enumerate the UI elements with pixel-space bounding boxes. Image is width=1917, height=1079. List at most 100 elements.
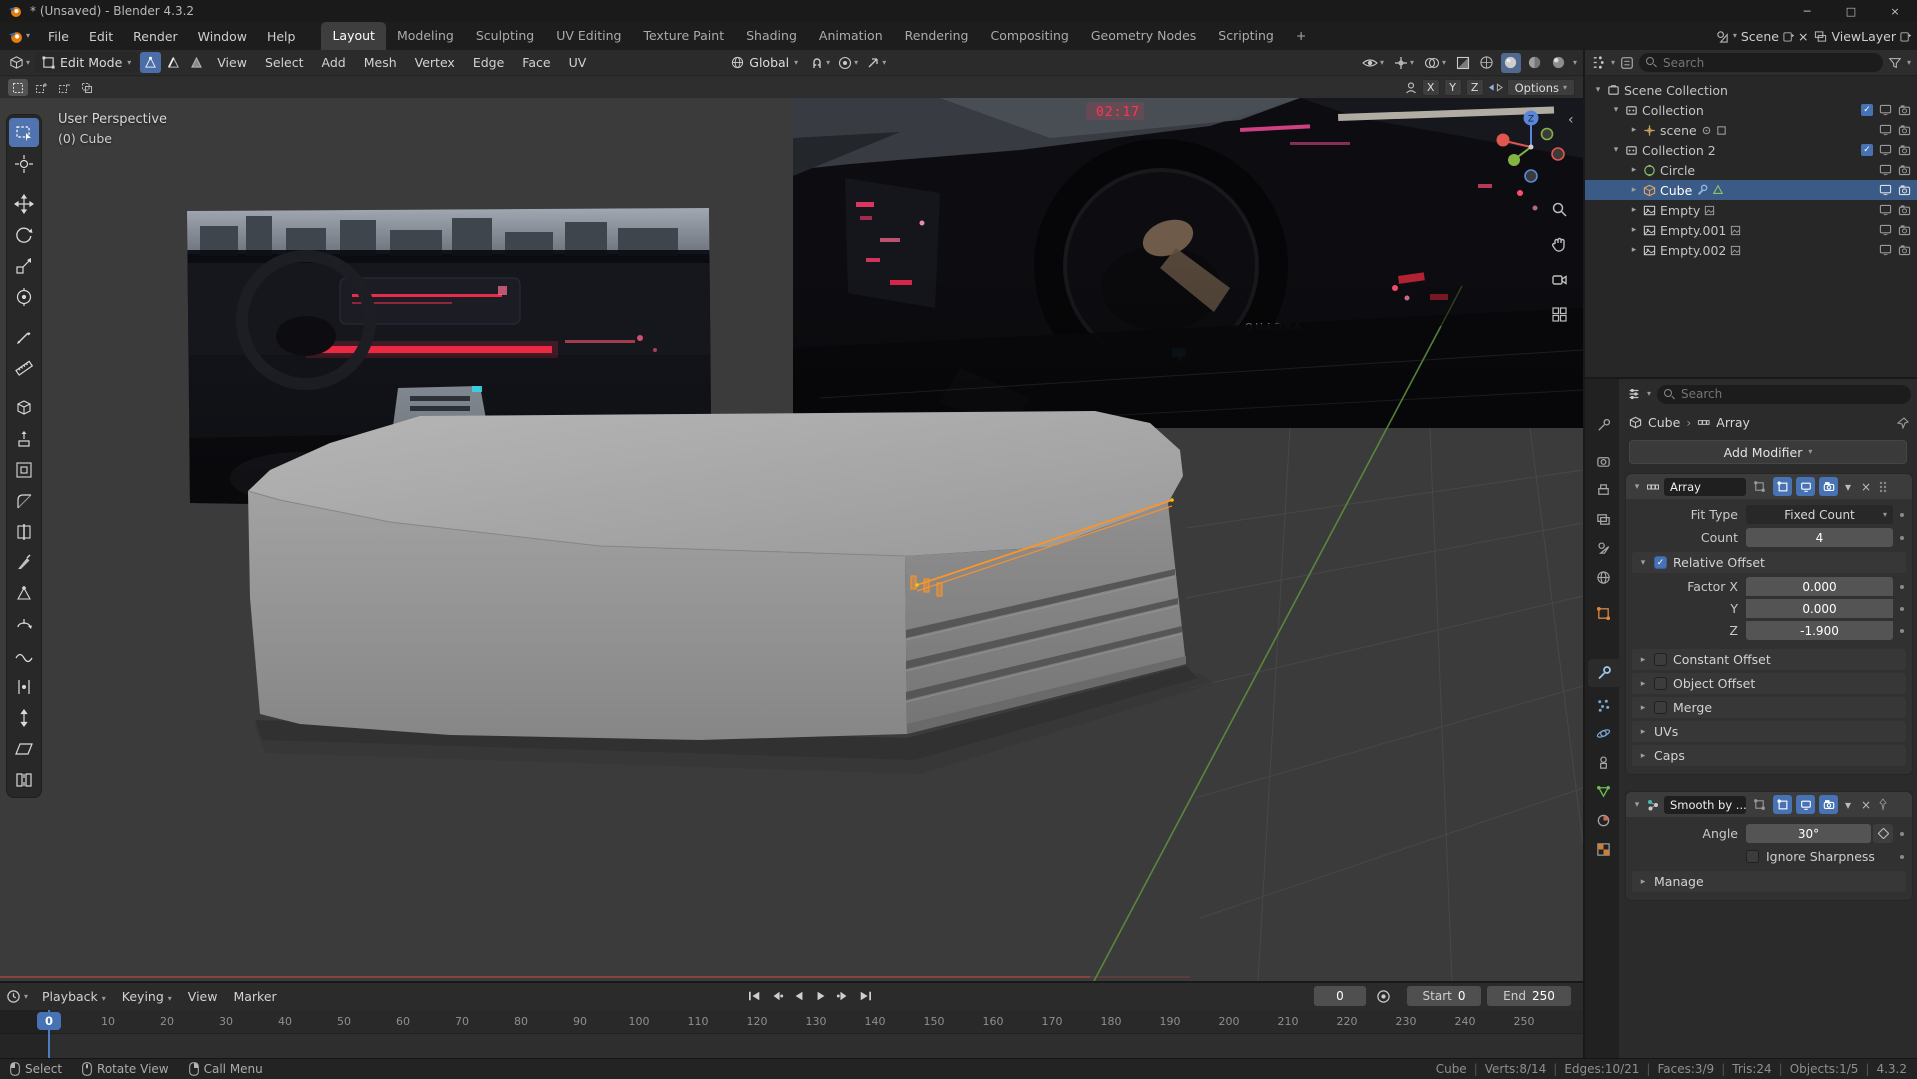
hide-viewport-icon[interactable] (1879, 184, 1892, 196)
merge-header[interactable]: ▸ Merge (1632, 697, 1906, 718)
navigation-gizmo[interactable]: Z (1492, 106, 1570, 190)
transform-orientation-dropdown[interactable]: Global ▾ (724, 52, 805, 73)
editor-type-chevron[interactable]: ▾ (1611, 58, 1615, 67)
collection-exclude-checkbox[interactable]: ✓ (1861, 144, 1873, 156)
zoom-icon[interactable] (1548, 198, 1570, 220)
xray-toggle[interactable] (1453, 52, 1473, 73)
count-field[interactable]: 4 (1746, 528, 1893, 547)
tool-edge-slide[interactable] (9, 672, 39, 701)
camera-view-icon[interactable] (1548, 268, 1570, 290)
editor-type-chevron[interactable]: ▾ (1647, 390, 1651, 398)
tab-rendering[interactable]: Rendering (894, 22, 980, 50)
gizmo-y-axis[interactable] (1508, 154, 1520, 166)
hide-viewport-icon[interactable] (1879, 144, 1892, 156)
show-render-toggle[interactable] (1819, 795, 1838, 814)
minimize-button[interactable]: ─ (1785, 0, 1829, 22)
menu-vertex[interactable]: Vertex (407, 55, 463, 70)
object-visibility-dropdown[interactable]: ▾ (1359, 52, 1387, 73)
animate-decorator[interactable] (1900, 628, 1904, 633)
toggle-ortho-icon[interactable] (1548, 303, 1570, 325)
auto-keying-button[interactable] (1374, 987, 1393, 1005)
jump-to-end-button[interactable] (855, 987, 874, 1005)
maximize-button[interactable]: □ (1829, 0, 1873, 22)
hide-render-icon[interactable] (1898, 144, 1911, 156)
tool-shrink-fatten[interactable] (9, 703, 39, 732)
uvs-header[interactable]: ▸ UVs (1632, 721, 1906, 742)
tab-texture-paint[interactable]: Texture Paint (632, 22, 735, 50)
tab-material[interactable] (1588, 806, 1619, 834)
show-viewport-toggle[interactable] (1796, 795, 1815, 814)
shading-solid-button[interactable] (1500, 52, 1521, 73)
constant-offset-header[interactable]: ▸ Constant Offset (1632, 649, 1906, 670)
animate-decorator[interactable] (1900, 606, 1904, 611)
drag-handle-icon[interactable] (1878, 480, 1888, 494)
shading-material-button[interactable] (1525, 53, 1545, 73)
angle-field[interactable]: 30° (1746, 824, 1871, 843)
playhead-handle[interactable]: 0 (37, 1012, 61, 1030)
menu-edge[interactable]: Edge (465, 55, 512, 70)
close-button[interactable]: × (1873, 0, 1917, 22)
animate-decorator[interactable] (1900, 535, 1904, 540)
gizmo-z-neg-axis[interactable] (1524, 169, 1538, 183)
mirror-z-toggle[interactable]: Z (1465, 79, 1484, 96)
animate-decorator[interactable] (1900, 512, 1904, 517)
tool-inset-faces[interactable] (9, 455, 39, 484)
tab-uv-editing[interactable]: UV Editing (545, 22, 632, 50)
modifier-name-field[interactable]: Array (1664, 477, 1746, 496)
timeline-editor-icon[interactable] (6, 989, 21, 1004)
viewport-canvas[interactable]: 02:17 QUADRA (0, 98, 1583, 981)
outliner-row-cube[interactable]: ▸ Cube (1585, 180, 1917, 200)
outliner-search[interactable] (1639, 53, 1883, 72)
input-attribute-toggle[interactable] (1873, 824, 1893, 843)
menu-window[interactable]: Window (188, 22, 257, 50)
previous-keyframe-button[interactable] (767, 987, 786, 1005)
filter-chevron[interactable]: ▾ (1907, 58, 1911, 67)
display-mode-icon[interactable] (1620, 56, 1634, 70)
outliner-row-scene-collection[interactable]: ▾ Scene Collection (1585, 80, 1917, 100)
tool-scale[interactable] (9, 251, 39, 280)
select-subtract-mode-button[interactable] (54, 79, 74, 96)
factor-y-field[interactable]: 0.000 (1746, 599, 1893, 618)
outliner-search-input[interactable] (1639, 53, 1883, 72)
gizmo-y-neg-axis[interactable] (1540, 127, 1554, 141)
cube-mesh[interactable] (247, 411, 1215, 774)
tab-world[interactable] (1588, 563, 1619, 591)
editor-type-button[interactable]: ▾ (6, 52, 33, 73)
hide-render-icon[interactable] (1898, 244, 1911, 256)
symmetry-icon[interactable] (1488, 81, 1503, 94)
smooth-modifier-header[interactable]: ▾ Smooth by ... ▾ × (1626, 792, 1912, 817)
outliner-row-empty-001[interactable]: ▸ Empty.001 (1585, 220, 1917, 240)
current-frame-field[interactable]: 0 (1314, 986, 1366, 1006)
relative-offset-checkbox[interactable]: ✓ (1654, 556, 1667, 569)
jump-to-start-button[interactable] (745, 987, 764, 1005)
animate-decorator[interactable] (1900, 831, 1904, 836)
modifier-close-button[interactable]: × (1858, 798, 1874, 812)
manage-header[interactable]: ▸ Manage (1632, 871, 1906, 892)
tab-texture[interactable] (1588, 835, 1619, 863)
hide-viewport-icon[interactable] (1879, 104, 1892, 116)
play-button[interactable] (811, 987, 830, 1005)
breadcrumb-object[interactable]: Cube (1648, 415, 1680, 430)
hide-render-icon[interactable] (1898, 204, 1911, 216)
tool-move[interactable] (9, 189, 39, 218)
properties-search-input[interactable] (1657, 384, 1911, 404)
tab-physics[interactable] (1588, 719, 1619, 747)
properties-search[interactable] (1657, 384, 1911, 404)
tool-select-box[interactable] (9, 118, 39, 147)
show-edit-mode-toggle[interactable] (1773, 477, 1792, 496)
timeline-track[interactable] (0, 1034, 1583, 1060)
tool-knife[interactable] (9, 548, 39, 577)
object-offset-header[interactable]: ▸ Object Offset (1632, 673, 1906, 694)
menu-face[interactable]: Face (514, 55, 558, 70)
mode-dropdown[interactable]: Edit Mode ▾ (35, 52, 139, 73)
tool-smooth[interactable] (9, 641, 39, 670)
shading-rendered-button[interactable] (1549, 53, 1569, 73)
properties-editor-icon[interactable] (1627, 387, 1641, 401)
tool-rotate[interactable] (9, 220, 39, 249)
hide-render-icon[interactable] (1898, 184, 1911, 196)
factor-z-field[interactable]: -1.900 (1746, 621, 1893, 640)
show-edit-mode-toggle[interactable] (1773, 795, 1792, 814)
tool-transform[interactable] (9, 282, 39, 311)
tab-geometry-nodes[interactable]: Geometry Nodes (1080, 22, 1207, 50)
tab-object[interactable] (1588, 599, 1619, 627)
